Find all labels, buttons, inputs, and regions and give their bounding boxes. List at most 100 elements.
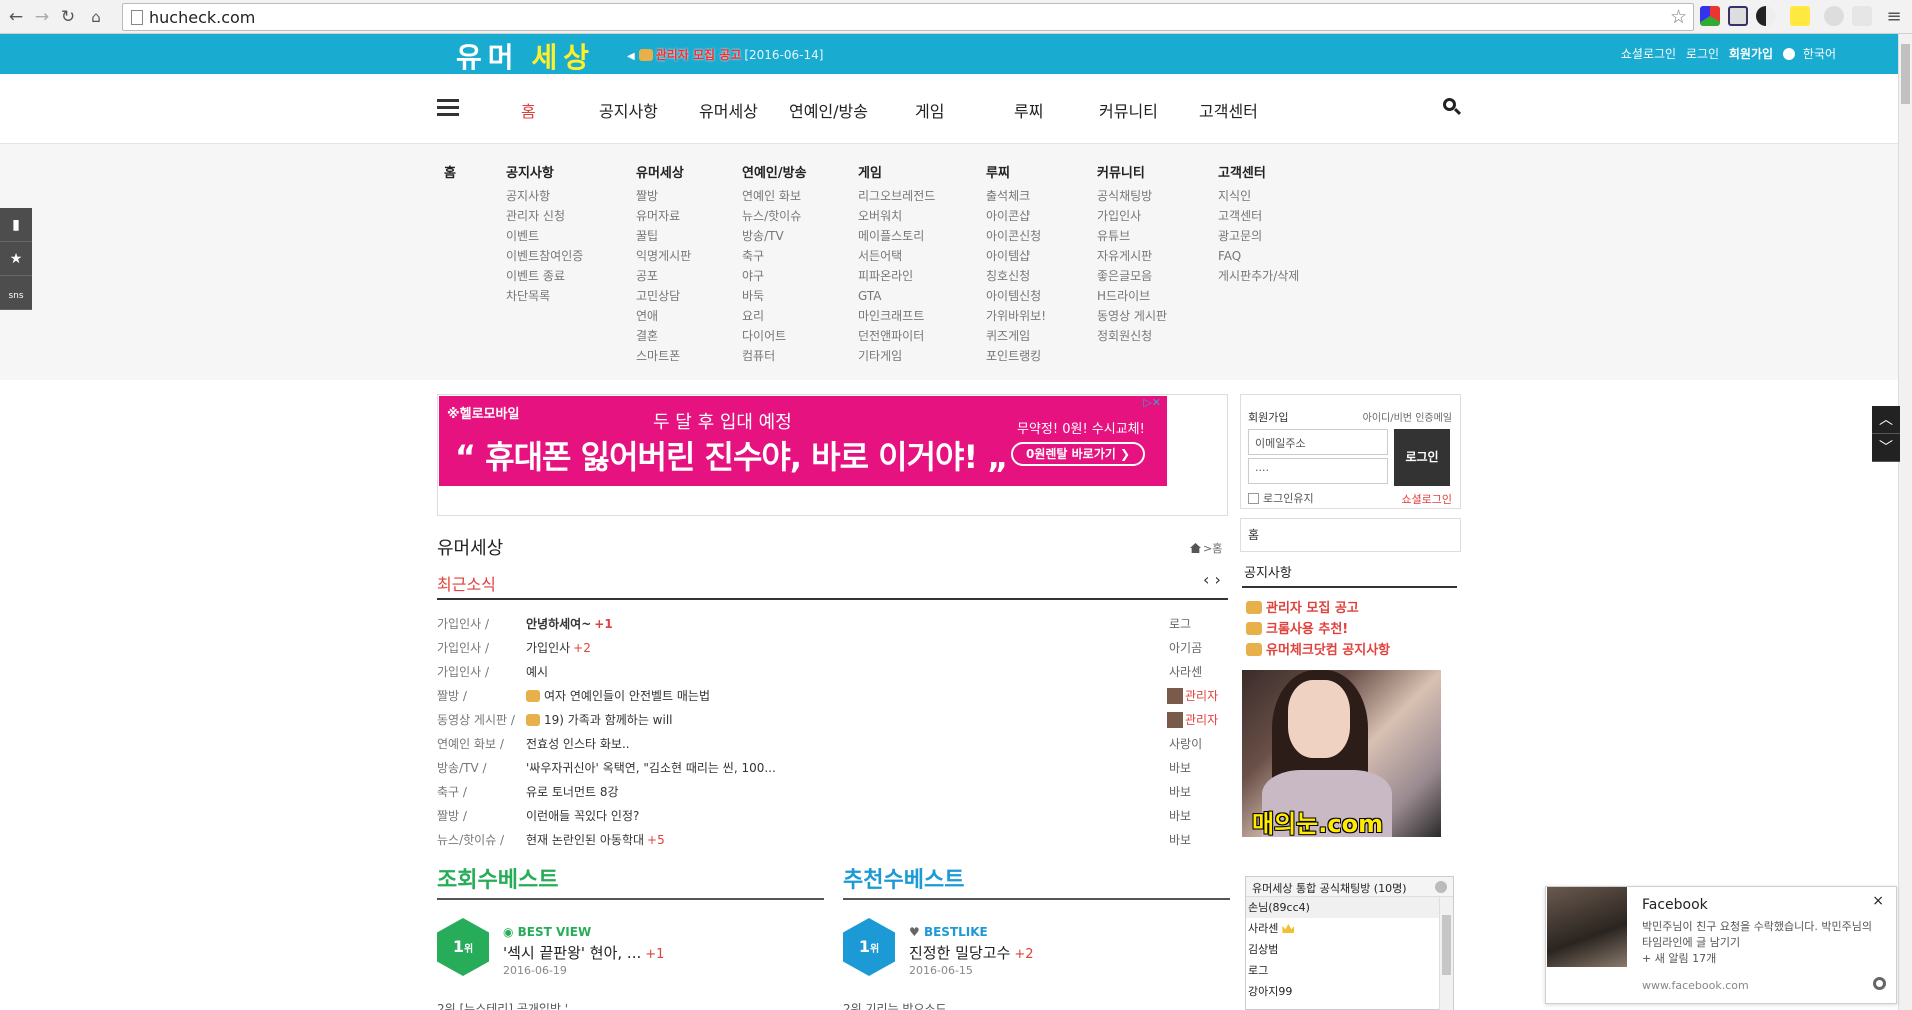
site-logo[interactable]: 유머 세상 <box>456 36 595 76</box>
sitemap-link[interactable]: 아이콘샵 <box>986 206 1046 226</box>
top-notice[interactable]: ◀ 관리자 모집 공고 [2016-06-14] <box>627 46 823 63</box>
page-scrollbar-thumb[interactable] <box>1901 44 1910 104</box>
close-icon[interactable]: × <box>1872 893 1884 909</box>
sitemap-link[interactable]: 자유게시판 <box>1097 246 1167 266</box>
sitemap-link[interactable]: 퀴즈게임 <box>986 326 1046 346</box>
address-bar[interactable]: hucheck.com ☆ <box>122 3 1694 31</box>
page-scrollbar[interactable] <box>1898 34 1912 1010</box>
sitemap-link[interactable]: 뉴스/핫이슈 <box>742 206 807 226</box>
item-title-text[interactable]: 전효성 인스타 화보.. <box>526 737 630 751</box>
sitemap-link[interactable]: 던전앤파이터 <box>858 326 935 346</box>
sitemap-link[interactable]: 이벤트 <box>506 226 583 246</box>
email-input[interactable]: 이메일주소 <box>1248 429 1388 455</box>
menu-celeb[interactable]: 연예인/방송 <box>789 98 868 122</box>
sitemap-link[interactable]: 가위바위보! <box>986 306 1046 326</box>
chat-user[interactable]: 김상범 <box>1246 939 1439 960</box>
sitemap-link[interactable]: 요리 <box>742 306 807 326</box>
sitemap-link[interactable]: 짤방 <box>636 186 691 206</box>
sitemap-link[interactable]: 지식인 <box>1218 186 1299 206</box>
list-item[interactable]: 가입인사 / 예시 사라센 <box>437 660 1228 684</box>
item-category[interactable]: 가입인사 / <box>437 639 489 656</box>
extension-icon-4[interactable] <box>1790 6 1810 26</box>
sitemap-link[interactable]: 아이템신청 <box>986 286 1046 306</box>
item-category[interactable]: 방송/TV / <box>437 759 487 776</box>
sitemap-link[interactable]: 축구 <box>742 246 807 266</box>
sitemap-link[interactable]: 아이콘신청 <box>986 226 1046 246</box>
login-link[interactable]: 로그인 <box>1686 47 1719 61</box>
item-title[interactable]: '싸우자귀신아' 옥택연, "김소현 때리는 씬, 100... <box>526 759 776 776</box>
author-name[interactable]: 관리자 <box>1185 689 1218 703</box>
sitemap-link[interactable]: 포인트랭킹 <box>986 346 1046 366</box>
item-title[interactable]: 여자 연예인들이 안전벨트 매는법 <box>526 687 710 704</box>
sitemap-link[interactable]: 고민상담 <box>636 286 691 306</box>
extension-icon-2[interactable] <box>1728 6 1748 26</box>
sitemap-link[interactable]: 칭호신청 <box>986 266 1046 286</box>
item-title-text[interactable]: '싸우자귀신아' 옥택연, "김소현 때리는 씬, 100... <box>526 761 776 775</box>
list-item[interactable]: 가입인사 / 가입인사 +2 아기곰 <box>437 636 1228 660</box>
list-item[interactable]: 방송/TV / '싸우자귀신아' 옥택연, "김소현 때리는 씬, 100... 바… <box>437 756 1228 780</box>
sitemap-link[interactable]: 공식채팅방 <box>1097 186 1167 206</box>
menu-icon[interactable]: ≡ <box>1882 5 1906 29</box>
list-item[interactable]: 짤방 / 이런애들 꼭있다 인정? 바보 <box>437 804 1228 828</box>
sitemap-heading[interactable]: 홈 <box>444 162 456 181</box>
sitemap-link[interactable]: 스마트폰 <box>636 346 691 366</box>
password-input[interactable]: ···· <box>1248 458 1388 484</box>
author-name[interactable]: 로그 <box>1169 617 1191 631</box>
menu-home[interactable]: 홈 <box>521 98 536 122</box>
home-icon[interactable] <box>1190 543 1201 553</box>
item-title[interactable]: '섹시 끝판왕' 현아, ... <box>503 944 641 962</box>
author-name[interactable]: 관리자 <box>1185 713 1218 727</box>
menu-luzzi[interactable]: 루찌 <box>1014 98 1043 122</box>
featured-photo[interactable]: 매의눈.com <box>1242 670 1441 837</box>
item-author[interactable]: 사라센 <box>1169 663 1202 680</box>
sitemap-link[interactable]: 꿀팁 <box>636 226 691 246</box>
sitemap-link[interactable]: FAQ <box>1218 246 1299 266</box>
list-item[interactable]: 연예인 화보 / 전효성 인스타 화보.. 사랑이 <box>437 732 1228 756</box>
sitemap-link[interactable]: 차단목록 <box>506 286 583 306</box>
breadcrumb-home[interactable]: 홈 <box>1212 542 1222 555</box>
signup-link[interactable]: 회원가입 <box>1248 409 1288 425</box>
item-category[interactable]: 뉴스/핫이슈 / <box>437 831 504 848</box>
sitemap-link[interactable]: 컴퓨터 <box>742 346 807 366</box>
item-category[interactable]: 짤방 / <box>437 807 467 824</box>
author-name[interactable]: 바보 <box>1169 761 1191 775</box>
menu-support[interactable]: 고객센터 <box>1199 98 1258 122</box>
social-login-link[interactable]: 쇼셜로그인 <box>1621 47 1676 61</box>
back-icon[interactable]: ← <box>4 5 28 29</box>
list-item[interactable]: 동영상 게시판 / 19) 가족과 함께하는 will 관리자 <box>437 708 1228 732</box>
sitemap-link[interactable]: 동영상 게시판 <box>1097 306 1167 326</box>
list-item[interactable]: 축구 / 유로 토너먼트 8강 바보 <box>437 780 1228 804</box>
item-title-text[interactable]: 유로 토너먼트 8강 <box>526 785 619 799</box>
sitemap-link[interactable]: 광고문의 <box>1218 226 1299 246</box>
item-category[interactable]: 가입인사 / <box>437 615 489 632</box>
ad-cta-button[interactable]: 0원렌탈 바로가기 ❯ <box>1011 442 1145 466</box>
list-item[interactable]: 가입인사 / 안녕하세여~ +1 로그 <box>437 612 1228 636</box>
sitemap-link[interactable]: 서든어택 <box>858 246 935 266</box>
sitemap-heading[interactable]: 유머세상 <box>636 162 691 181</box>
bookmark-star-icon[interactable]: ☆ <box>1670 6 1687 28</box>
sitemap-link[interactable]: 메이플스토리 <box>858 226 935 246</box>
sitemap-link[interactable]: 좋은글모음 <box>1097 266 1167 286</box>
item-title-text[interactable]: 예시 <box>526 665 548 679</box>
sitemap-link[interactable]: 야구 <box>742 266 807 286</box>
chat-user[interactable]: 로그 <box>1246 960 1439 981</box>
chat-user[interactable]: 강아지99 <box>1246 981 1439 1002</box>
social-login-link[interactable]: 쇼셜로그인 <box>1401 491 1452 507</box>
best-like-item[interactable]: 진정한 밀당고수 +2 <box>909 942 1034 963</box>
side-notice-item[interactable]: 크롬사용 추천! <box>1246 619 1390 640</box>
item-title-text[interactable]: 안녕하세여~ <box>526 617 591 631</box>
author-name[interactable]: 사랑이 <box>1169 737 1202 751</box>
item-category[interactable]: 축구 / <box>437 783 467 800</box>
author-name[interactable]: 사라센 <box>1169 665 1202 679</box>
chat-scrollbar-thumb[interactable] <box>1442 915 1451 975</box>
sitemap-link[interactable]: 유머자료 <box>636 206 691 226</box>
ad-banner[interactable]: ※헬로모바일 두 달 후 입대 예정 “ 휴대폰 잃어버린 진수야, 바로 이거… <box>437 394 1228 516</box>
item-author[interactable]: 바보 <box>1169 831 1191 848</box>
sitemap-link[interactable]: 유튜브 <box>1097 226 1167 246</box>
sitemap-link[interactable]: 공포 <box>636 266 691 286</box>
item-title[interactable]: 가입인사 +2 <box>526 639 591 656</box>
find-account-link[interactable]: 아이디/비번 인증메일 <box>1363 409 1452 424</box>
item-author[interactable]: 로그 <box>1169 615 1191 632</box>
login-button[interactable]: 로그인 <box>1394 429 1450 486</box>
sitemap-link[interactable]: 출석체크 <box>986 186 1046 206</box>
